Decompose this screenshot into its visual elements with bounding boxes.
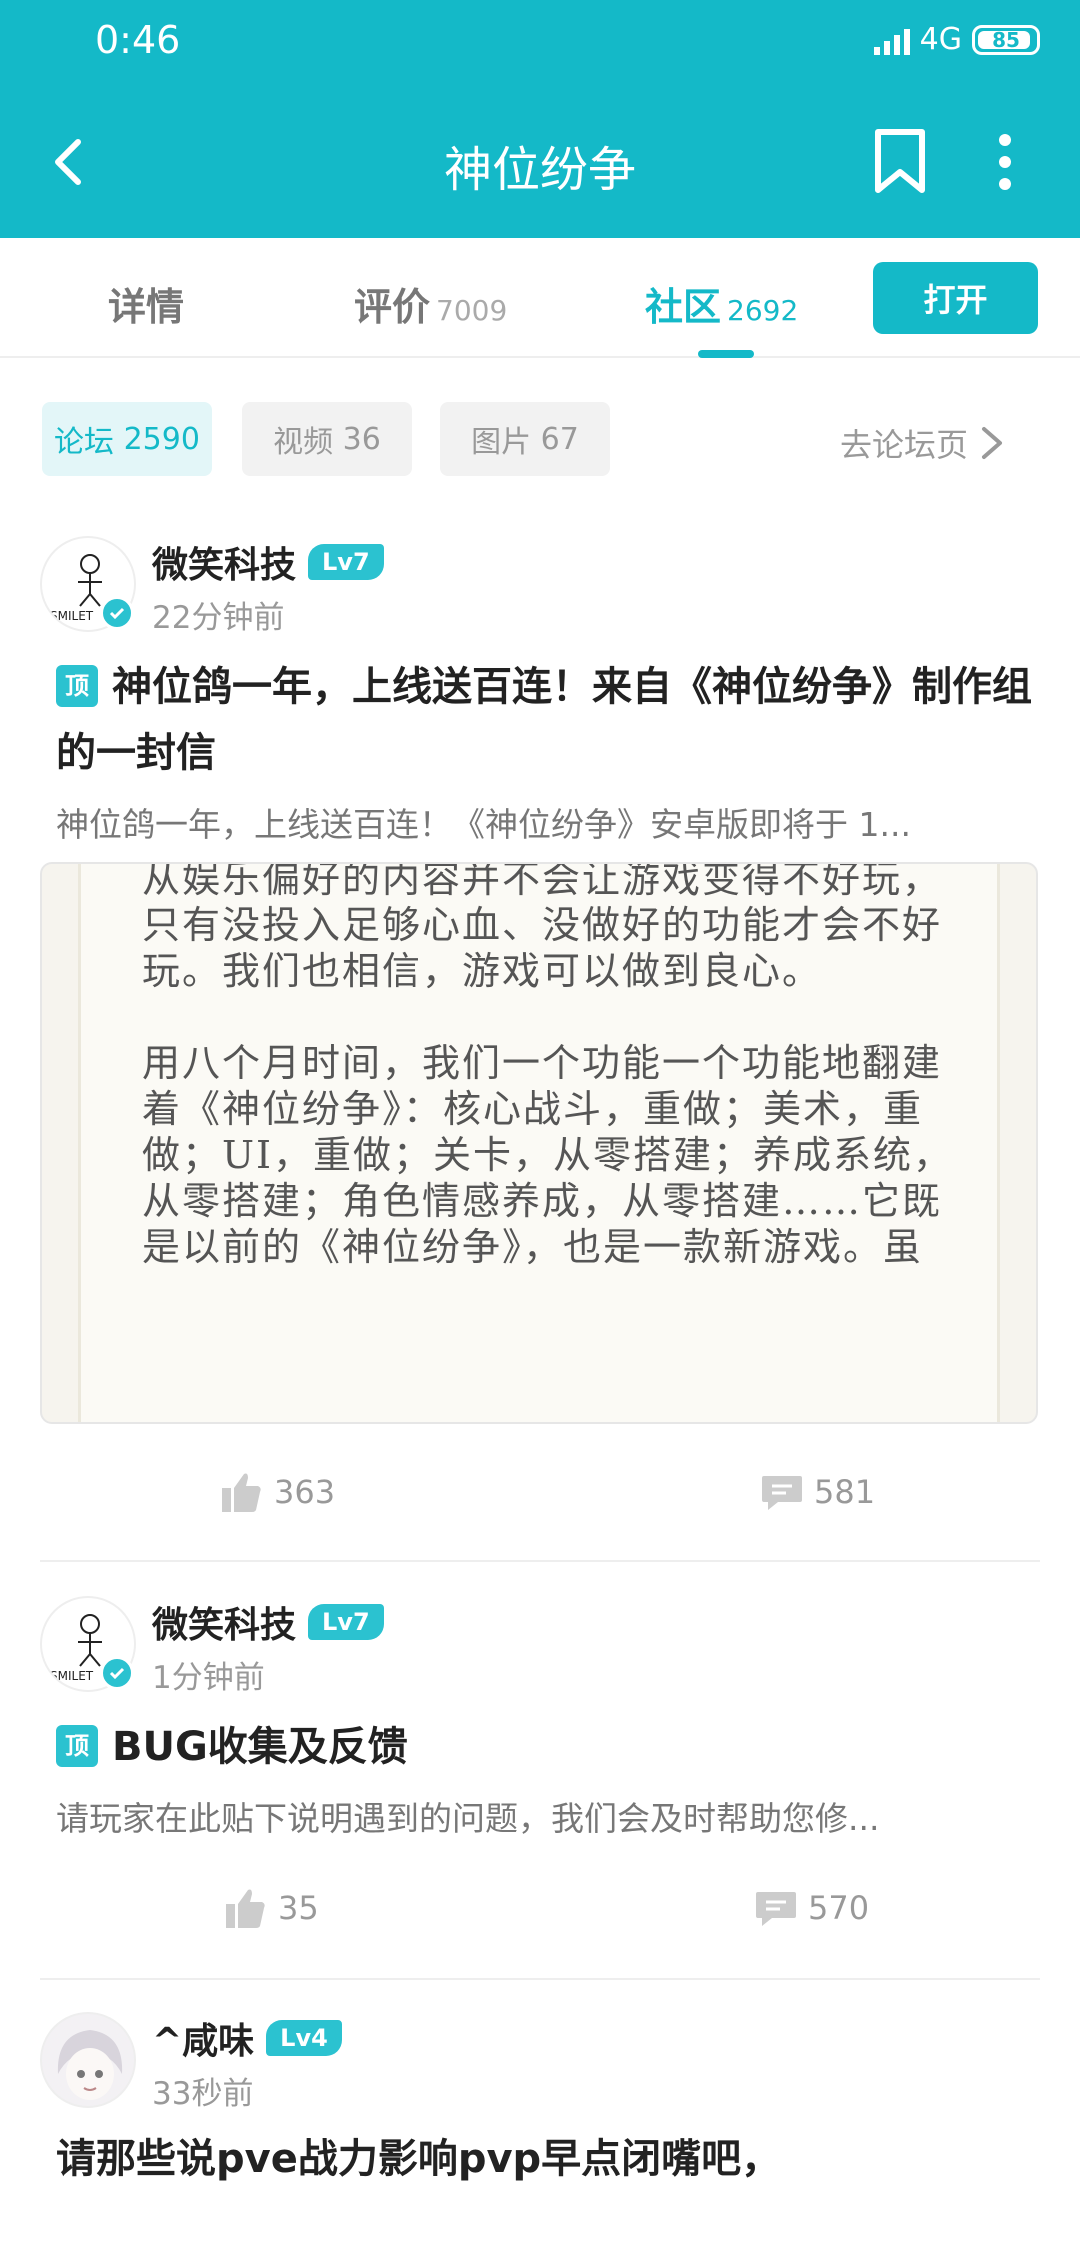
post-title[interactable]: 顶 BUG收集及反馈 [56,1714,1036,1780]
like-count: 363 [274,1473,336,1511]
post-time: 22分钟前 [152,600,285,636]
post-time: 1分钟前 [152,1660,265,1696]
svg-text:SMILET: SMILET [50,1669,94,1683]
pinned-badge: 顶 [56,1725,98,1767]
tab-details[interactable]: 详情 [108,276,184,331]
tab-indicator [698,350,754,358]
like-button[interactable]: 35 [224,1886,319,1930]
level-badge: Lv7 [308,544,384,580]
post-snippet: 神位鸽一年，上线送百连！《神位纷争》安卓版即将于 1... [56,805,911,844]
status-time: 0:46 [95,18,181,62]
level-badge: Lv4 [266,2020,342,2056]
signal-icon [873,25,910,55]
forum-page-link[interactable]: 去论坛页 [840,420,1004,466]
network-label: 4G [919,22,962,57]
image-text-line: 是以前的《神位纷争》，也是一款新游戏。虽 [142,1225,924,1269]
like-count: 35 [278,1889,319,1927]
post-image[interactable]: 从娱乐偏好的内容并不会让游戏变得不好玩， 只有没投入足够心血、没做好的功能才会不… [40,862,1038,1424]
verified-badge-icon [100,596,134,630]
app-bar: 神位纷争 [0,86,1080,238]
pinned-badge: 顶 [56,665,98,707]
chevron-right-icon [982,427,1003,459]
image-text-line: 玩。我们也相信，游戏可以做到良心。 [142,949,823,993]
svg-text:SMILET: SMILET [50,609,94,623]
avatar[interactable] [40,2012,136,2108]
thumbs-up-icon [226,1889,265,1928]
thumbs-up-icon [222,1473,261,1512]
post-title[interactable]: 顶神位鸽一年，上线送百连！来自《神位纷争》制作组的一封信 [56,654,1036,786]
divider [40,1978,1040,1980]
bookmark-button[interactable] [870,128,930,196]
post-snippet: 请玩家在此贴下说明遇到的问题，我们会及时帮助您修... [56,1799,880,1838]
comment-button[interactable]: 581 [760,1470,875,1514]
comment-bubble-icon [762,1476,802,1510]
tab-reviews[interactable]: 评价 7009 [354,276,507,331]
verified-badge-icon [100,1656,134,1690]
open-button[interactable]: 打开 [873,262,1038,334]
chip-images[interactable]: 图片 67 [440,402,610,476]
like-button[interactable]: 363 [220,1470,335,1514]
battery-icon: 85 [972,24,1040,55]
more-vertical-icon [999,134,1011,190]
level-badge: Lv7 [308,1604,384,1640]
chip-video[interactable]: 视频 36 [242,402,412,476]
author-row: 微笑科技 Lv7 [152,1596,384,1648]
chip-forum[interactable]: 论坛 2590 [42,402,212,476]
comment-button[interactable]: 570 [754,1886,869,1930]
author-row: 微笑科技 Lv7 [152,536,384,588]
post-title[interactable]: 请那些说pve战力影响pvp早点闭嘴吧， [56,2126,1036,2192]
comment-bubble-icon [756,1892,796,1926]
status-icons: 4G 85 [873,22,1040,57]
divider [40,1560,1040,1562]
anime-girl-avatar-icon [57,2030,123,2100]
battery-level: 85 [992,27,1020,52]
author-name[interactable]: 微笑科技 [152,1596,296,1648]
more-button[interactable] [980,128,1030,196]
post-time: 33秒前 [152,2076,254,2112]
tab-community[interactable]: 社区 2692 [645,276,798,331]
author-name[interactable]: ^咸味 [152,2012,254,2064]
author-row: ^咸味 Lv4 [152,2012,342,2064]
comment-count: 570 [808,1889,870,1927]
bookmark-icon [875,129,925,193]
post-card[interactable]: SMILET 微笑科技 Lv7 1分钟前 顶 BUG收集及反馈 请玩家在此贴下说明… [40,1596,1040,1896]
post-card[interactable]: ^咸味 Lv4 33秒前 请那些说pve战力影响pvp早点闭嘴吧， [40,2012,1040,2244]
status-bar: 0:46 4G 85 [0,0,1080,86]
author-name[interactable]: 微笑科技 [152,536,296,588]
comment-count: 581 [814,1473,876,1511]
